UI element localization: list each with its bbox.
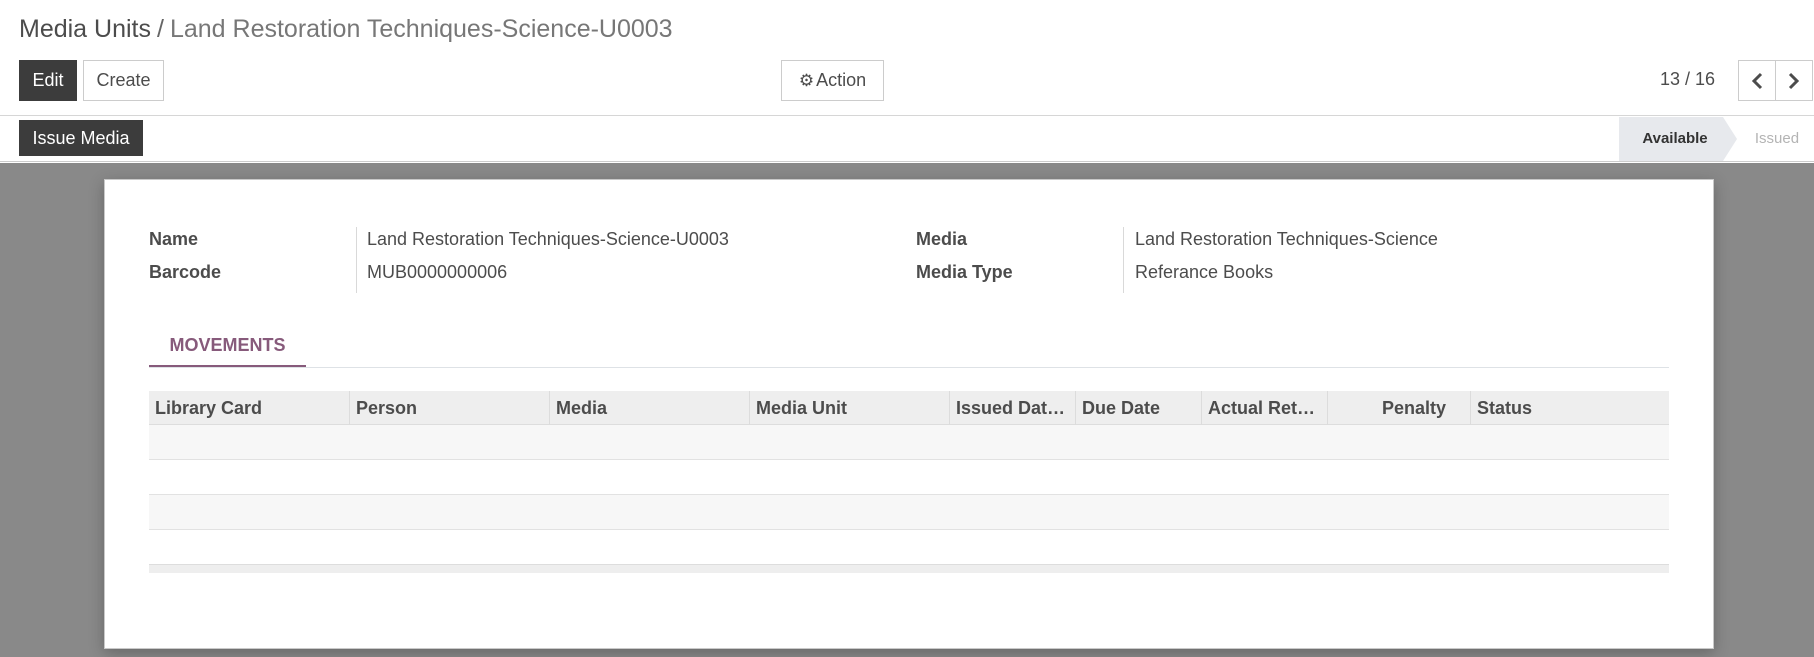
media-type-value-link[interactable]: Referance Books [1135,262,1273,283]
stage-issued[interactable]: Issued [1740,117,1814,161]
media-type-label: Media Type [916,262,1013,282]
gear-icon: ⚙ [798,71,815,90]
breadcrumb-separator: / [157,15,164,43]
table-row [149,495,1669,530]
field-divider [356,227,357,293]
breadcrumb-current: Land Restoration Techniques-Science-U000… [169,15,673,43]
create-button[interactable]: Create [83,60,164,101]
column-media-unit[interactable]: Media Unit [749,391,949,425]
table-footer [149,564,1669,573]
control-panel: Media Units / Land Restoration Techniques-… [0,0,1814,116]
table-row [149,530,1669,565]
barcode-value: MUB0000000006 [367,262,508,282]
column-due-date[interactable]: Due Date [1075,391,1201,425]
pager-previous-button[interactable] [1738,60,1776,101]
table-row [149,460,1669,495]
breadcrumb: Media Units / Land Restoration Techniques-… [19,14,673,44]
breadcrumb-parent-link[interactable]: Media Units [19,15,151,43]
table-header: Library Card Person Media Media Unit Iss… [149,391,1669,425]
pager-next-button[interactable] [1775,60,1813,101]
action-label: Action [816,70,867,90]
name-value: Land Restoration Techniques-Science-U000… [367,229,729,249]
column-penalty[interactable]: Penalty [1327,391,1470,425]
issue-media-button[interactable]: Issue Media [19,120,143,156]
form-statusbar: Issue Media Available Issued [0,117,1814,162]
column-media[interactable]: Media [549,391,749,425]
action-dropdown-button[interactable]: ⚙ Action [781,60,884,101]
chevron-left-icon [1751,72,1763,90]
stage-arrow [1723,117,1737,161]
column-actual-return[interactable]: Actual Ret… [1201,391,1327,425]
stage-available[interactable]: Available [1619,117,1723,161]
chevron-right-icon [1788,72,1800,90]
name-label: Name [149,229,199,249]
column-library-card[interactable]: Library Card [149,391,349,425]
column-status[interactable]: Status [1470,391,1669,425]
tab-divider [149,367,1669,368]
edit-button[interactable]: Edit [19,60,77,101]
media-label: Media [916,229,968,249]
column-person[interactable]: Person [349,391,549,425]
table-row [149,425,1669,460]
media-value-link[interactable]: Land Restoration Techniques-Science [1135,229,1438,250]
barcode-label: Barcode [149,262,222,282]
column-issued-date[interactable]: Issued Dat… [949,391,1075,425]
tab-movements[interactable]: MOVEMENTS [149,330,306,368]
pager-value[interactable]: 13 / 16 [1660,60,1715,101]
field-divider [1123,227,1124,293]
